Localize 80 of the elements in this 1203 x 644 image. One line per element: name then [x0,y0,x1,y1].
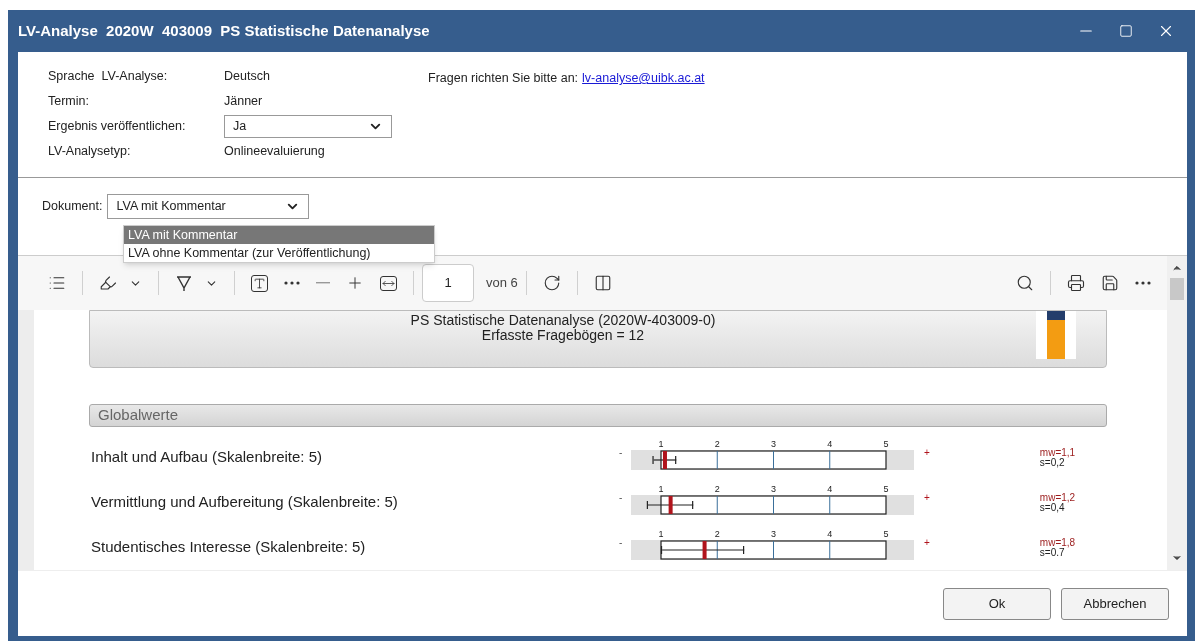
dialog-button[interactable]: Ok [943,587,1051,620]
scale-tick-label: 3 [771,438,776,449]
scrollbar[interactable] [1167,256,1187,570]
scale-gridline [773,495,774,514]
field-label: LV-Analysetyp: [48,142,132,160]
fit-width-icon [380,275,397,291]
deviation-value: s=0.7 [1039,547,1065,558]
rotate-icon [542,274,561,292]
page-count: von 6 [486,274,518,293]
document-select[interactable]: LVA mit Kommentar [107,194,310,219]
two-page-icon [593,274,612,292]
scale-tick-label: 2 [714,528,720,539]
question-label: Vermittlung und Aufbereitung (Skalenbreite: 5) [90,492,399,513]
mean-value: mw=1,2 [1039,492,1076,503]
page-number-field[interactable]: 1 [422,264,474,302]
field-label: Sprache LV-Analyse: [48,67,169,85]
scale-tick-label: 2 [714,438,720,449]
scale-tick-label: 5 [883,528,889,539]
scale-tick-label: 2 [714,483,720,494]
dropdown-option[interactable]: LVA mit Kommentar [124,226,434,244]
scale-tick-label: 5 [883,483,889,494]
scale-tick-label: 5 [883,438,889,449]
email-link[interactable]: lv-analyse@uibk.ac.at [582,69,705,88]
error-bar-line [653,458,677,461]
maximize-icon[interactable] [1119,24,1133,38]
dropdown-option[interactable]: LVA ohne Kommentar (zur Veröffentlichung) [124,244,434,262]
scale-tick-label: 3 [771,483,776,494]
mean-value: mw=1,8 [1039,537,1076,548]
highlighter-icon [99,274,117,292]
mean-value: mw=1,1 [1039,447,1076,458]
minus-label: - [619,446,624,460]
plus-label: + [924,491,930,505]
pen-icon [175,274,193,292]
scale-gridline [773,450,774,469]
scale-gridline [829,495,831,514]
minus-label: - [619,536,624,550]
scale-gridline [716,540,718,559]
publish-select[interactable]: Ja [224,114,392,138]
text-box-icon [251,274,268,292]
report-subtitle: Erfasste Fragebögen = 12 [481,328,645,343]
printer-icon [1067,274,1085,292]
question-label: Studentisches Interesse (Skalenbreite: 5) [90,537,367,558]
search-icon [1016,274,1034,292]
question-label: Inhalt und Aufbau (Skalenbreite: 5) [90,447,323,468]
dialog-button[interactable]: Abbrechen [1061,587,1169,620]
contact-label: Fragen richten Sie bitte an: [428,70,579,87]
plus-label: + [924,536,930,550]
scale-tick-label: 4 [827,483,833,494]
field-value: Deutsch [224,67,270,85]
scale-gridline [829,450,831,469]
document-label: Dokument: [42,198,103,216]
more-icon [284,281,300,285]
scale-gridline [716,495,718,514]
report-title: PS Statistische Datenanalyse (2020W-403009-0) [410,313,716,328]
minus-label: - [619,491,624,505]
window-title: LV-Analyse 2020W 403009 PS Statistische Datenanalyse [18,20,430,41]
field-value: Onlineevaluierung [224,142,325,160]
save-icon [1101,274,1119,292]
scale-gridline [773,540,774,559]
deviation-value: s=0,4 [1039,502,1065,513]
scale-tick-label: 1 [658,483,664,494]
field-label: Ergebnis veröffentlichen: [48,117,187,135]
section-header: Globalwerte [89,404,1107,427]
scroll-thumb[interactable] [1170,278,1184,300]
plus-icon [346,274,364,292]
scale-tick-label: 4 [827,438,833,449]
field-label: Termin: [48,92,90,110]
scale-tick-label: 4 [827,528,833,539]
error-bar-line [647,503,694,506]
plus-label: + [924,446,930,460]
list-icon [48,274,66,292]
scale-tick-label: 1 [658,438,664,449]
scale-tick-label: 3 [771,528,776,539]
deviation-value: s=0,2 [1039,457,1065,468]
minus-icon [316,282,330,284]
scale-tick-label: 1 [658,528,664,539]
scale-gridline [829,540,831,559]
more-icon [1135,281,1151,285]
field-value: Jänner [224,92,263,110]
scale-gridline [716,450,718,469]
